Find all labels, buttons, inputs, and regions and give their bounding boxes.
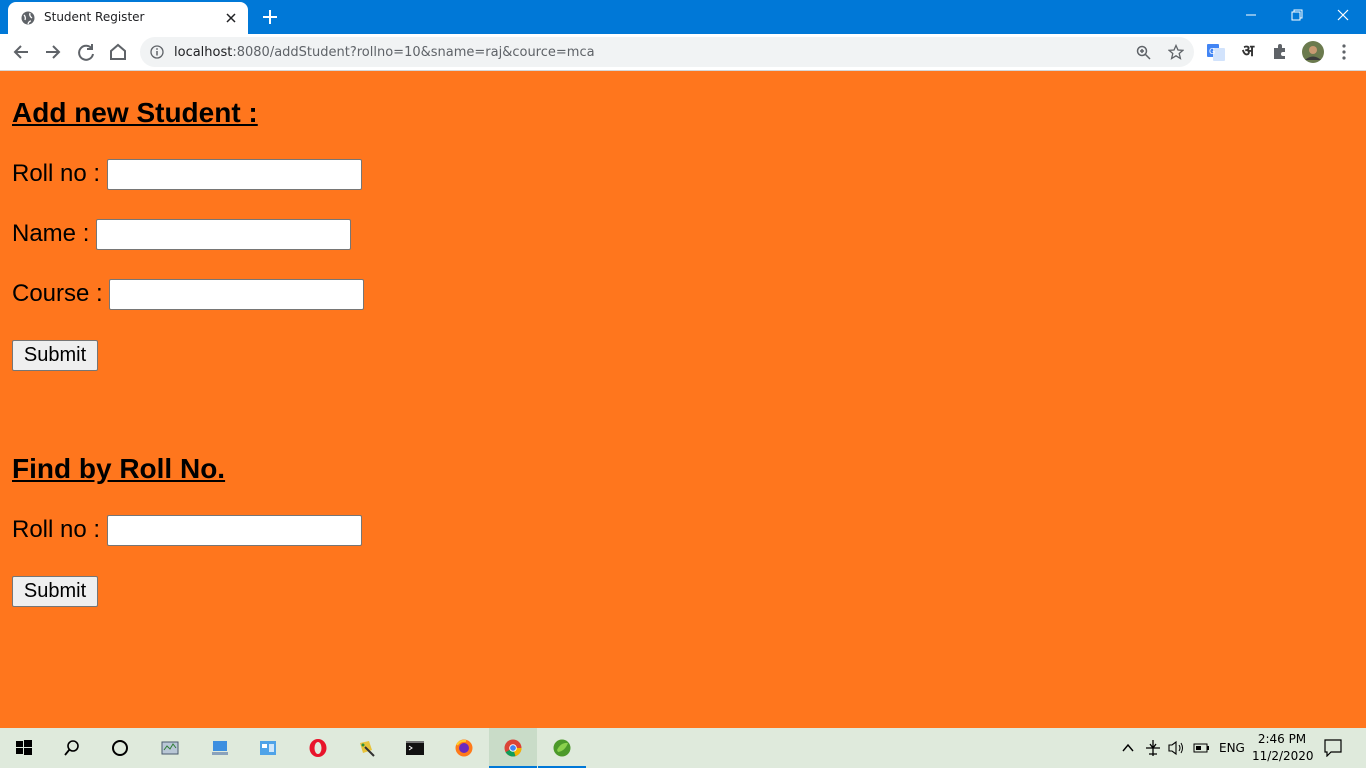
find-submit-button[interactable]: Submit — [12, 576, 98, 607]
taskbar-app-terminal[interactable] — [391, 728, 439, 768]
restore-icon — [1291, 9, 1303, 21]
rollno-label: Roll no : — [12, 160, 101, 187]
bookmark-star-icon[interactable] — [1168, 44, 1184, 60]
address-bar[interactable]: localhost:8080/addStudent?rollno=10&snam… — [140, 37, 1194, 67]
browser-menu-icon[interactable] — [1334, 42, 1354, 62]
airplane-mode-icon[interactable] — [1144, 739, 1162, 757]
firefox-icon — [455, 739, 473, 757]
add-student-heading: Add new Student : — [12, 97, 258, 128]
course-label: Course : — [12, 280, 103, 307]
terminal-icon — [406, 741, 424, 755]
page-content: Add new Student : Roll no : Name : Cours… — [0, 71, 1366, 728]
home-icon[interactable] — [107, 41, 129, 63]
chrome-icon — [504, 739, 522, 757]
find-by-rollno-heading: Find by Roll No. — [12, 453, 226, 484]
taskbar-app-firefox[interactable] — [440, 728, 488, 768]
profile-avatar[interactable] — [1302, 41, 1324, 63]
taskbar-app-spring-tool[interactable] — [538, 728, 586, 768]
back-icon[interactable] — [10, 41, 32, 63]
info-icon[interactable] — [150, 45, 164, 59]
svg-text:G: G — [1209, 47, 1215, 56]
notification-center-icon[interactable] — [1324, 739, 1342, 757]
windows-start-icon — [16, 740, 32, 755]
volume-icon[interactable] — [1168, 740, 1185, 756]
minimize-icon — [1246, 14, 1256, 16]
tab-student-register[interactable]: Student Register — [8, 2, 248, 34]
google-translate-icon[interactable]: G — [1206, 42, 1226, 62]
taskbar-search-button[interactable] — [48, 728, 96, 768]
reload-icon[interactable] — [75, 41, 97, 63]
rollno-input[interactable] — [107, 159, 362, 190]
task-manager-icon — [161, 741, 179, 755]
clock-date: 11/2/2020 — [1252, 749, 1314, 763]
taskbar-app-paint[interactable] — [343, 728, 391, 768]
search-icon — [64, 740, 79, 756]
url-text[interactable]: localhost:8080/addStudent?rollno=10&snam… — [174, 45, 595, 60]
taskbar-app-task-manager[interactable] — [146, 728, 194, 768]
new-tab-icon[interactable] — [261, 8, 279, 26]
forward-icon[interactable] — [42, 41, 64, 63]
opera-icon — [309, 739, 327, 757]
cortana-button[interactable] — [96, 728, 144, 768]
clock-time: 2:46 PM — [1257, 732, 1307, 746]
chevron-up-icon[interactable] — [1121, 741, 1135, 755]
windows-taskbar: ENG 2:46 PM 11/2/2020 — [0, 728, 1366, 768]
taskbar-app-computer[interactable] — [196, 728, 244, 768]
zoom-icon[interactable] — [1136, 45, 1151, 60]
language-indicator[interactable]: ENG — [1219, 728, 1245, 768]
start-button[interactable] — [0, 728, 48, 768]
taskbar-clock[interactable]: 2:46 PM 11/2/2020 — [1252, 731, 1314, 765]
browser-toolbar: localhost:8080/addStudent?rollno=10&snam… — [0, 34, 1366, 71]
name-input[interactable] — [96, 219, 351, 250]
url-path: :8080/addStudent?rollno=10&sname=raj&cou… — [232, 45, 595, 60]
tab-title: Student Register — [44, 10, 145, 24]
close-tab-icon[interactable] — [224, 11, 238, 25]
hindi-input-extension-icon[interactable]: अ — [1238, 42, 1258, 62]
spring-tool-icon — [553, 739, 571, 757]
battery-icon[interactable] — [1193, 741, 1210, 755]
browser-tab-strip: Student Register — [0, 0, 1366, 34]
find-rollno-input[interactable] — [107, 515, 362, 546]
name-label: Name : — [12, 220, 90, 247]
close-window-button[interactable] — [1320, 0, 1366, 30]
control-panel-icon — [260, 741, 276, 755]
minimize-button[interactable] — [1228, 0, 1274, 30]
globe-icon — [21, 11, 35, 25]
extensions-puzzle-icon[interactable] — [1270, 42, 1290, 62]
url-host: localhost — [174, 45, 233, 60]
course-input[interactable] — [109, 279, 364, 310]
taskbar-app-chrome[interactable] — [489, 728, 537, 768]
taskbar-app-control-panel[interactable] — [244, 728, 292, 768]
taskbar-app-opera[interactable] — [294, 728, 342, 768]
cortana-icon — [112, 740, 128, 756]
paint-icon — [360, 741, 375, 757]
computer-icon — [212, 741, 228, 755]
add-student-submit-button[interactable]: Submit — [12, 340, 98, 371]
find-rollno-label: Roll no : — [12, 516, 101, 543]
close-icon — [1337, 9, 1349, 21]
restore-button[interactable] — [1274, 0, 1320, 30]
